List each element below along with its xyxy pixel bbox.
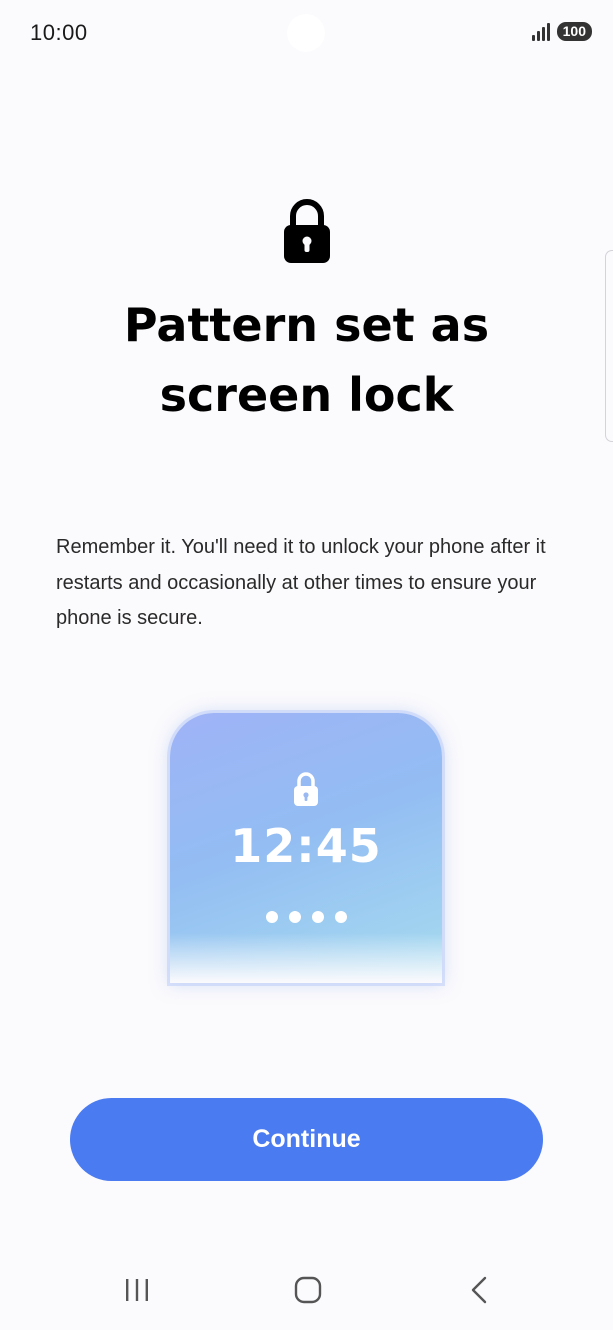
pin-dot	[335, 911, 347, 923]
battery-icon: 100	[556, 22, 592, 41]
continue-button[interactable]: Continue	[70, 1098, 543, 1181]
lock-icon	[292, 771, 320, 807]
status-bar: 10:00 100	[0, 0, 613, 64]
status-icons: 100	[531, 22, 592, 41]
lockscreen-illustration: 12:45	[170, 713, 442, 983]
pin-dot	[312, 911, 324, 923]
preview-clock: 12:45	[230, 819, 382, 873]
recents-icon[interactable]	[107, 1260, 167, 1320]
phone-preview: 12:45	[170, 713, 442, 983]
signal-icon	[531, 22, 551, 41]
screen: 10:00 100 Pattern set as screen lock Rem…	[0, 0, 613, 1330]
navigation-bar	[0, 1260, 613, 1324]
pin-dot	[266, 911, 278, 923]
description-text: Remember it. You'll need it to unlock yo…	[56, 536, 546, 629]
pin-dots	[266, 911, 347, 923]
pin-dot	[289, 911, 301, 923]
home-icon[interactable]	[278, 1260, 338, 1320]
edge-panel-handle[interactable]	[605, 250, 613, 442]
lock-icon	[281, 198, 333, 264]
page-title: Pattern set as screen lock	[123, 298, 490, 422]
back-icon[interactable]	[450, 1260, 510, 1320]
status-time: 10:00	[30, 20, 88, 45]
camera-cutout	[287, 14, 325, 52]
